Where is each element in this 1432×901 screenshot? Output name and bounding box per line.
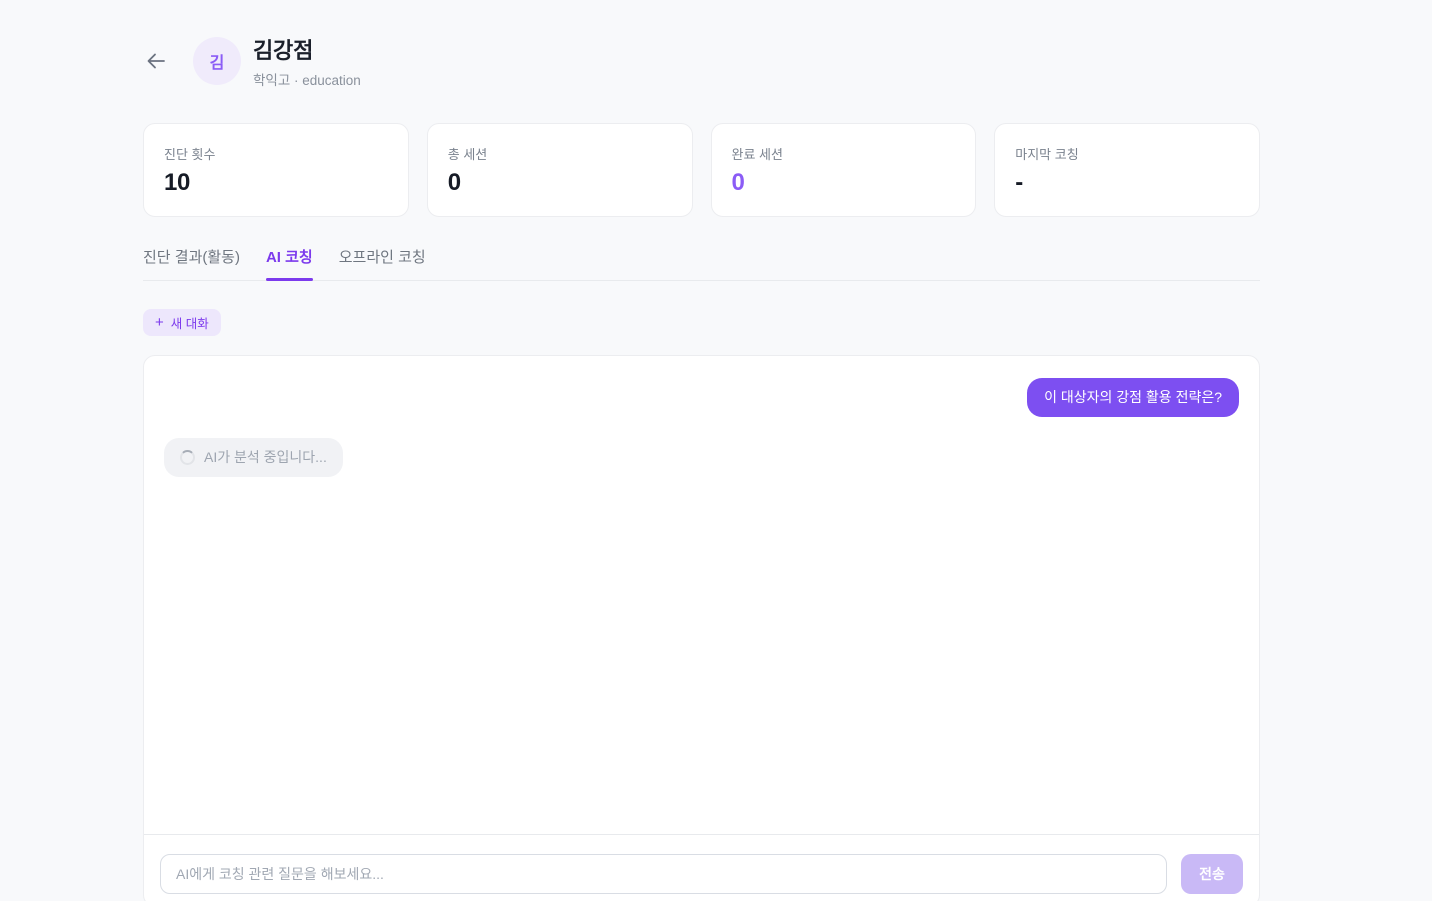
plus-icon: + [155, 315, 164, 330]
stat-value: 10 [164, 169, 388, 197]
user-message-bubble: 이 대상자의 강점 활용 전략은? [1027, 378, 1239, 417]
stat-card-completed-sessions: 완료 세션 0 [711, 123, 977, 217]
avatar: 김 [193, 37, 241, 85]
chat-input-row: 전송 [144, 834, 1259, 901]
new-chat-button[interactable]: + 새 대화 [143, 309, 221, 336]
page-title: 김강점 [253, 33, 361, 65]
chat-input[interactable] [160, 854, 1167, 894]
ai-loading-bubble: AI가 분석 중입니다... [164, 438, 343, 477]
stat-label: 진단 횟수 [164, 144, 388, 163]
profile-identity: 김강점 학익고 · education [253, 33, 361, 89]
profile-header: 김 김강점 학익고 · education [143, 0, 1260, 89]
stat-card-total-sessions: 총 세션 0 [427, 123, 693, 217]
stat-label: 총 세션 [448, 144, 672, 163]
avatar-initial: 김 [210, 49, 225, 73]
stat-label: 마지막 코칭 [1015, 144, 1239, 163]
back-button[interactable] [143, 48, 169, 74]
stat-card-diagnosis-count: 진단 횟수 10 [143, 123, 409, 217]
send-button[interactable]: 전송 [1181, 854, 1243, 894]
stat-label: 완료 세션 [732, 144, 956, 163]
profile-subtitle: 학익고 · education [253, 69, 361, 89]
stats-row: 진단 횟수 10 총 세션 0 완료 세션 0 마지막 코칭 - [143, 123, 1260, 217]
ai-chat-panel: 이 대상자의 강점 활용 전략은? AI가 분석 중입니다... 전송 [143, 355, 1260, 901]
chat-messages: 이 대상자의 강점 활용 전략은? AI가 분석 중입니다... [144, 356, 1259, 834]
tab-diagnosis-results[interactable]: 진단 결과(활동) [143, 249, 240, 280]
stat-value: 0 [732, 169, 956, 197]
new-chat-label: 새 대화 [171, 313, 209, 332]
stat-value: - [1015, 169, 1239, 197]
tab-bar: 진단 결과(활동) AI 코칭 오프라인 코칭 [143, 249, 1260, 281]
stat-card-last-coaching: 마지막 코칭 - [994, 123, 1260, 217]
tab-offline-coaching[interactable]: 오프라인 코칭 [339, 249, 426, 280]
loading-spinner-icon [180, 450, 195, 465]
back-arrow-icon [144, 49, 168, 73]
tab-ai-coaching[interactable]: AI 코칭 [266, 249, 313, 280]
stat-value: 0 [448, 169, 672, 197]
profile-page: 김 김강점 학익고 · education 진단 횟수 10 총 세션 0 완료… [143, 0, 1260, 901]
ai-loading-text: AI가 분석 중입니다... [204, 449, 327, 466]
